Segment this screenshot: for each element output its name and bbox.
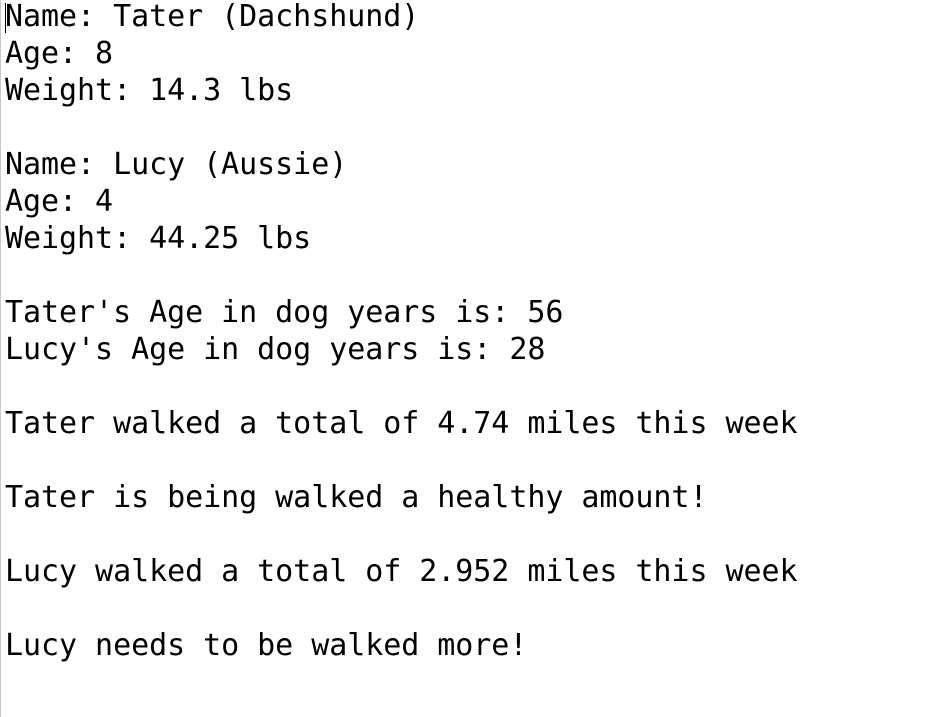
output-line-lucy-weight: Weight: 44.25 lbs <box>5 221 312 256</box>
console-output[interactable]: Name: Tater (Dachshund) Age: 8 Weight: 1… <box>0 0 942 717</box>
output-line-tater-age: Age: 8 <box>5 36 114 71</box>
output-line-tater-weight: Weight: 14.3 lbs <box>5 73 294 108</box>
output-line-tater-name: Name: Tater (Dachshund) <box>5 0 420 34</box>
output-line-lucy-miles: Lucy walked a total of 2.952 miles this … <box>5 554 798 589</box>
output-line-lucy-status: Lucy needs to be walked more! <box>5 628 528 663</box>
output-line-lucy-age: Age: 4 <box>5 184 114 219</box>
output-line-tater-status: Tater is being walked a healthy amount! <box>5 480 708 515</box>
output-line-lucy-name: Name: Lucy (Aussie) <box>5 147 348 182</box>
output-line-tater-dog-years: Tater's Age in dog years is: 56 <box>5 295 564 330</box>
output-line-lucy-dog-years: Lucy's Age in dog years is: 28 <box>5 332 546 367</box>
output-line-tater-miles: Tater walked a total of 4.74 miles this … <box>5 406 798 441</box>
